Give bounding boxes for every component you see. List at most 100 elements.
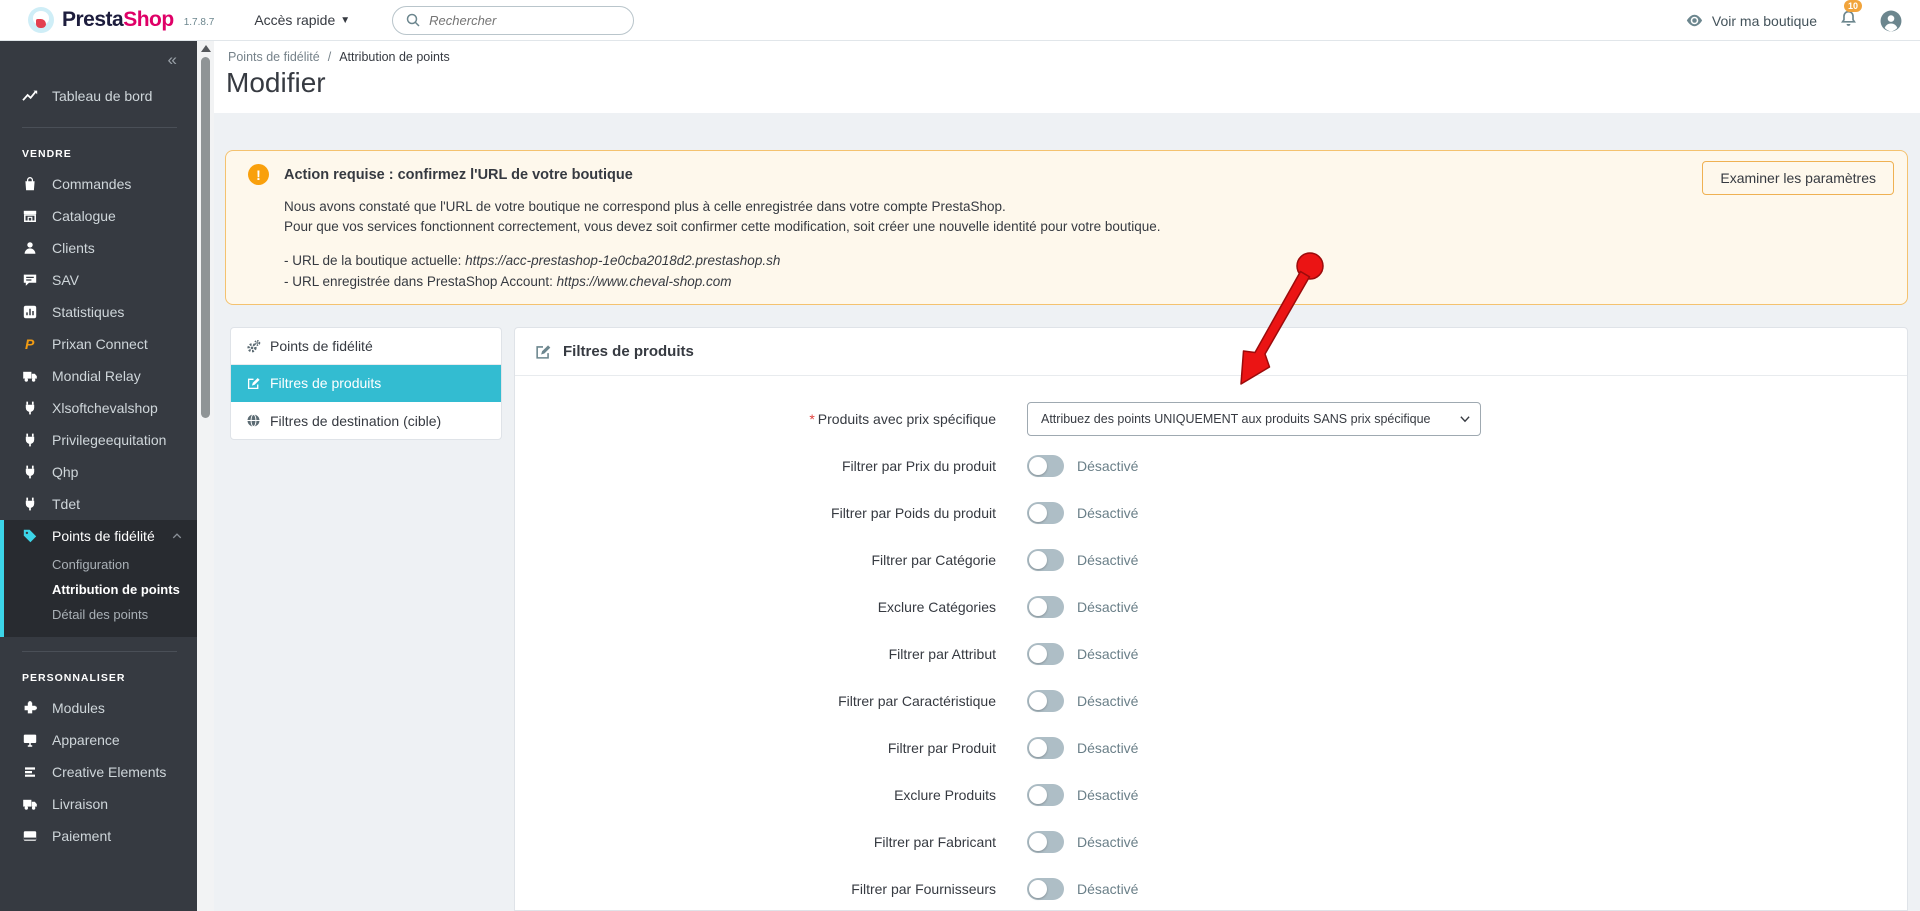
store-icon	[22, 208, 38, 224]
toggle-filtrer-par-attribut[interactable]	[1027, 642, 1064, 665]
sidebar-item-tdet[interactable]: Tdet	[0, 488, 197, 520]
search-input[interactable]	[429, 12, 600, 28]
plug-icon	[22, 400, 38, 416]
eye-icon	[1685, 11, 1704, 30]
puzzle-icon	[22, 700, 38, 716]
toggle-exclure-cat-gories[interactable]	[1027, 595, 1064, 618]
stats-icon	[22, 304, 38, 320]
breadcrumb-current: Attribution de points	[339, 50, 450, 64]
label-filtrer-par-produit: Filtrer par Produit	[887, 739, 996, 756]
tab-points-de-fid-lit-[interactable]: Points de fidélité	[231, 328, 501, 365]
sidebar-item-paiement[interactable]: Paiement	[0, 820, 197, 852]
brand-wordmark: PrestaShop	[62, 8, 174, 31]
row-exclure-cat-gories: Exclure Catégories Désactivé	[515, 583, 1907, 630]
toggle-knob	[1029, 456, 1047, 475]
toggle-filtrer-par-produit[interactable]	[1027, 736, 1064, 759]
sidebar-scrollbar[interactable]	[197, 41, 214, 911]
toggle-state-filtrer-par-caract-ristique: Désactivé	[1077, 692, 1139, 709]
toggle-filtrer-par-caract-ristique[interactable]	[1027, 689, 1064, 712]
toggle-exclure-produits[interactable]	[1027, 783, 1064, 806]
panel-header: Filtres de produits	[515, 328, 1907, 376]
row-filtrer-par-prix-du-produit: Filtrer par Prix du produit Désactivé	[515, 442, 1907, 489]
sidebar-item-xlsoftchevalshop[interactable]: Xlsoftchevalshop	[0, 392, 197, 424]
tab-filtres-de-destination-cible-[interactable]: Filtres de destination (cible)	[231, 402, 501, 439]
search-icon	[405, 12, 421, 28]
sidebar-item-sav[interactable]: SAV	[0, 264, 197, 296]
bars-icon	[22, 764, 38, 780]
row-filtrer-par-poids-du-produit: Filtrer par Poids du produit Désactivé	[515, 489, 1907, 536]
toggle-filtrer-par-poids-du-produit[interactable]	[1027, 501, 1064, 524]
alert-url-account: - URL enregistrée dans PrestaShop Accoun…	[284, 274, 732, 289]
plug-icon	[22, 432, 38, 448]
sidebar-divider	[22, 651, 177, 652]
toggle-filtrer-par-fournisseurs[interactable]	[1027, 877, 1064, 900]
toggle-state-filtrer-par-cat-gorie: Désactivé	[1077, 551, 1139, 568]
toggle-state-filtrer-par-fournisseurs: Désactivé	[1077, 880, 1139, 897]
specific-price-select[interactable]: Attribuez des points UNIQUEMENT aux prod…	[1027, 401, 1481, 436]
filters-panel: Filtres de produits * Produits avec prix …	[514, 327, 1908, 911]
tag-icon	[22, 528, 38, 544]
specific-price-label: * Produits avec prix spécifique	[809, 410, 996, 427]
examine-settings-button[interactable]: Examiner les paramètres	[1702, 161, 1894, 195]
sidebar-divider	[22, 127, 177, 128]
alert-line2: Pour que vos services fonctionnent corre…	[284, 219, 1161, 234]
sidebar-item-apparence[interactable]: Apparence	[0, 724, 197, 756]
notifications-button[interactable]: 10	[1839, 0, 1863, 33]
label-filtrer-par-prix-du-produit: Filtrer par Prix du produit	[841, 457, 996, 474]
label-filtrer-par-fournisseurs: Filtrer par Fournisseurs	[851, 880, 996, 897]
alert-body: Nous avons constaté que l'URL de votre b…	[284, 197, 1887, 237]
tab-filtres-de-produits[interactable]: Filtres de produits	[231, 365, 501, 402]
svg-text:P: P	[25, 336, 35, 352]
sidebar-item-creative-elements[interactable]: Creative Elements	[0, 756, 197, 788]
sidebar-item-clients[interactable]: Clients	[0, 232, 197, 264]
user-avatar[interactable]	[1880, 10, 1902, 32]
prixan-icon: P	[22, 336, 38, 352]
toggle-filtrer-par-cat-gorie[interactable]	[1027, 548, 1064, 571]
scroll-up-arrow-icon[interactable]	[201, 45, 211, 52]
page-title: Modifier	[226, 67, 326, 98]
toggle-knob	[1029, 879, 1047, 898]
chat-icon	[22, 272, 38, 288]
sidebar-item-dashboard[interactable]: Tableau de bord	[0, 79, 197, 113]
sidebar-item-catalogue[interactable]: Catalogue	[0, 200, 197, 232]
chevron-up-icon	[171, 530, 183, 542]
scrollbar-thumb[interactable]	[201, 57, 210, 418]
toggle-filtrer-par-fabricant[interactable]	[1027, 830, 1064, 853]
view-shop-link[interactable]: Voir ma boutique	[1685, 11, 1817, 30]
prestashop-logo[interactable]: PrestaShop 1.7.8.7	[0, 7, 214, 33]
sidebar-item-mondial-relay[interactable]: Mondial Relay	[0, 360, 197, 392]
sidebar-item-points-de-fid-lit-[interactable]: Points de fidélité	[4, 520, 197, 552]
quick-access-dropdown[interactable]: Accès rapide ▼	[254, 12, 350, 28]
plug-icon	[22, 464, 38, 480]
breadcrumb-parent[interactable]: Points de fidélité	[228, 50, 320, 64]
sidebar-item-livraison[interactable]: Livraison	[0, 788, 197, 820]
sidebar-item-qhp[interactable]: Qhp	[0, 456, 197, 488]
toggle-state-filtrer-par-poids-du-produit: Désactivé	[1077, 504, 1139, 521]
sidebar-item-prixan-connect[interactable]: P Prixan Connect	[0, 328, 197, 360]
edit-icon	[246, 376, 261, 391]
toggle-knob	[1029, 832, 1047, 851]
panel-title: Filtres de produits	[563, 343, 694, 360]
sidebar-item-privilegeequitation[interactable]: Privilegeequitation	[0, 424, 197, 456]
sidebar-subitem-attribution-de-points[interactable]: Attribution de points	[4, 577, 197, 602]
toggle-knob	[1029, 691, 1047, 710]
sidebar-item-commandes[interactable]: Commandes	[0, 168, 197, 200]
person-icon	[22, 240, 38, 256]
sidebar: « Tableau de bord VENDRE Commandes Catalog…	[0, 41, 197, 911]
sidebar-collapse-button[interactable]: «	[0, 41, 197, 79]
sidebar-item-statistiques[interactable]: Statistiques	[0, 296, 197, 328]
toggle-knob	[1029, 785, 1047, 804]
row-filtrer-par-cat-gorie: Filtrer par Catégorie Désactivé	[515, 536, 1907, 583]
toggle-state-exclure-cat-gories: Désactivé	[1077, 598, 1139, 615]
sidebar-item-modules[interactable]: Modules	[0, 692, 197, 724]
trend-icon	[22, 88, 38, 104]
truck-icon	[22, 796, 38, 812]
toggle-knob	[1029, 644, 1047, 663]
label-filtrer-par-fabricant: Filtrer par Fabricant	[873, 833, 996, 850]
toggle-filtrer-par-prix-du-produit[interactable]	[1027, 454, 1064, 477]
search-bar[interactable]	[392, 5, 635, 35]
plug-icon	[22, 496, 38, 512]
sidebar-subitem-configuration[interactable]: Configuration	[4, 552, 197, 577]
sidebar-subitem-d-tail-des-points[interactable]: Détail des points	[4, 602, 197, 627]
label-filtrer-par-attribut: Filtrer par Attribut	[888, 645, 996, 662]
